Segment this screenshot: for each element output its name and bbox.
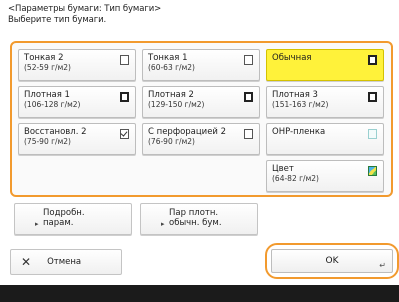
paper-type-color-button[interactable]: Цвет (64-82 г/м2) xyxy=(266,160,384,192)
pair-heavy-plain-button[interactable]: Пар плотн. обычн. бум. ▸ xyxy=(140,203,258,235)
paper-type-range: (129-150 г/м2) xyxy=(148,100,205,109)
paper-type-name: Восстановл. 2 xyxy=(24,127,87,137)
cancel-label: Отмена xyxy=(47,257,82,267)
arrow-right-icon: ▸ xyxy=(161,220,165,228)
paper-type-heavy1-button[interactable]: Плотная 1 (106-128 г/м2) xyxy=(18,86,136,118)
paper-icon xyxy=(244,55,253,65)
paper-type-ohp-button[interactable]: OHP-пленка xyxy=(266,123,384,155)
transparency-icon xyxy=(368,129,377,139)
close-icon: ✕ xyxy=(21,255,32,269)
paper-type-panel: Тонкая 2 (52-59 г/м2) Тонкая 1 (60-63 г/… xyxy=(10,41,393,197)
ok-highlight: OK ↵ xyxy=(265,243,399,279)
detailed-settings-button[interactable]: Подробн. парам. ▸ xyxy=(14,203,132,235)
heavy-paper-icon xyxy=(368,92,377,102)
pair-heavy-plain-label-line2: обычн. бум. xyxy=(169,218,222,228)
screen-instruction: Выберите тип бумаги. xyxy=(8,15,107,25)
paper-type-name: С перфорацией 2 xyxy=(148,127,227,137)
paper-type-name: Плотная 3 xyxy=(272,90,318,100)
paper-type-thin1-button[interactable]: Тонкая 1 (60-63 г/м2) xyxy=(142,49,260,81)
paper-type-range: (75-90 г/м2) xyxy=(24,137,71,146)
heavy-paper-icon xyxy=(244,92,253,102)
paper-icon xyxy=(120,55,129,65)
screen-header: <Параметры бумаги: Тип бумаги> Выберите … xyxy=(8,4,388,26)
paper-type-range: (52-59 г/м2) xyxy=(24,63,71,72)
paper-type-name: Тонкая 1 xyxy=(148,53,188,63)
paper-type-name: Плотная 2 xyxy=(148,90,194,100)
paper-type-name: Цвет xyxy=(272,164,294,174)
paper-type-name: OHP-пленка xyxy=(272,127,326,137)
paper-type-heavy3-button[interactable]: Плотная 3 (151-163 г/м2) xyxy=(266,86,384,118)
punched-paper-icon xyxy=(244,129,253,139)
detailed-settings-label-line2: парам. xyxy=(43,218,74,228)
screen-title: <Параметры бумаги: Тип бумаги> xyxy=(8,4,162,14)
paper-type-range: (60-63 г/м2) xyxy=(148,63,195,72)
paper-type-punched2-button[interactable]: С перфорацией 2 (76-90 г/м2) xyxy=(142,123,260,155)
arrow-right-icon: ▸ xyxy=(35,220,39,228)
paper-type-plain-button[interactable]: Обычная xyxy=(266,49,384,81)
detailed-settings-label-line1: Подробн. xyxy=(43,208,85,218)
paper-type-name: Плотная 1 xyxy=(24,90,70,100)
paper-type-range: (64-82 г/м2) xyxy=(272,174,319,183)
cancel-button[interactable]: ✕ Отмена xyxy=(10,249,122,275)
paper-type-range: (151-163 г/м2) xyxy=(272,100,329,109)
paper-type-name: Обычная xyxy=(272,53,312,63)
enter-icon: ↵ xyxy=(379,261,386,270)
ok-label: OK xyxy=(325,256,339,266)
pair-heavy-plain-label-line1: Пар плотн. xyxy=(169,208,219,218)
paper-type-recycled2-button[interactable]: Восстановл. 2 (75-90 г/м2) xyxy=(18,123,136,155)
status-bar xyxy=(0,285,399,302)
recycled-paper-icon xyxy=(120,129,129,139)
paper-icon xyxy=(368,55,377,65)
ok-button[interactable]: OK ↵ xyxy=(271,249,393,273)
paper-type-thin2-button[interactable]: Тонкая 2 (52-59 г/м2) xyxy=(18,49,136,81)
paper-type-heavy2-button[interactable]: Плотная 2 (129-150 г/м2) xyxy=(142,86,260,118)
paper-type-name: Тонкая 2 xyxy=(24,53,64,63)
paper-type-range: (106-128 г/м2) xyxy=(24,100,81,109)
heavy-paper-icon xyxy=(120,92,129,102)
color-paper-icon xyxy=(368,166,377,176)
paper-type-range: (76-90 г/м2) xyxy=(148,137,195,146)
